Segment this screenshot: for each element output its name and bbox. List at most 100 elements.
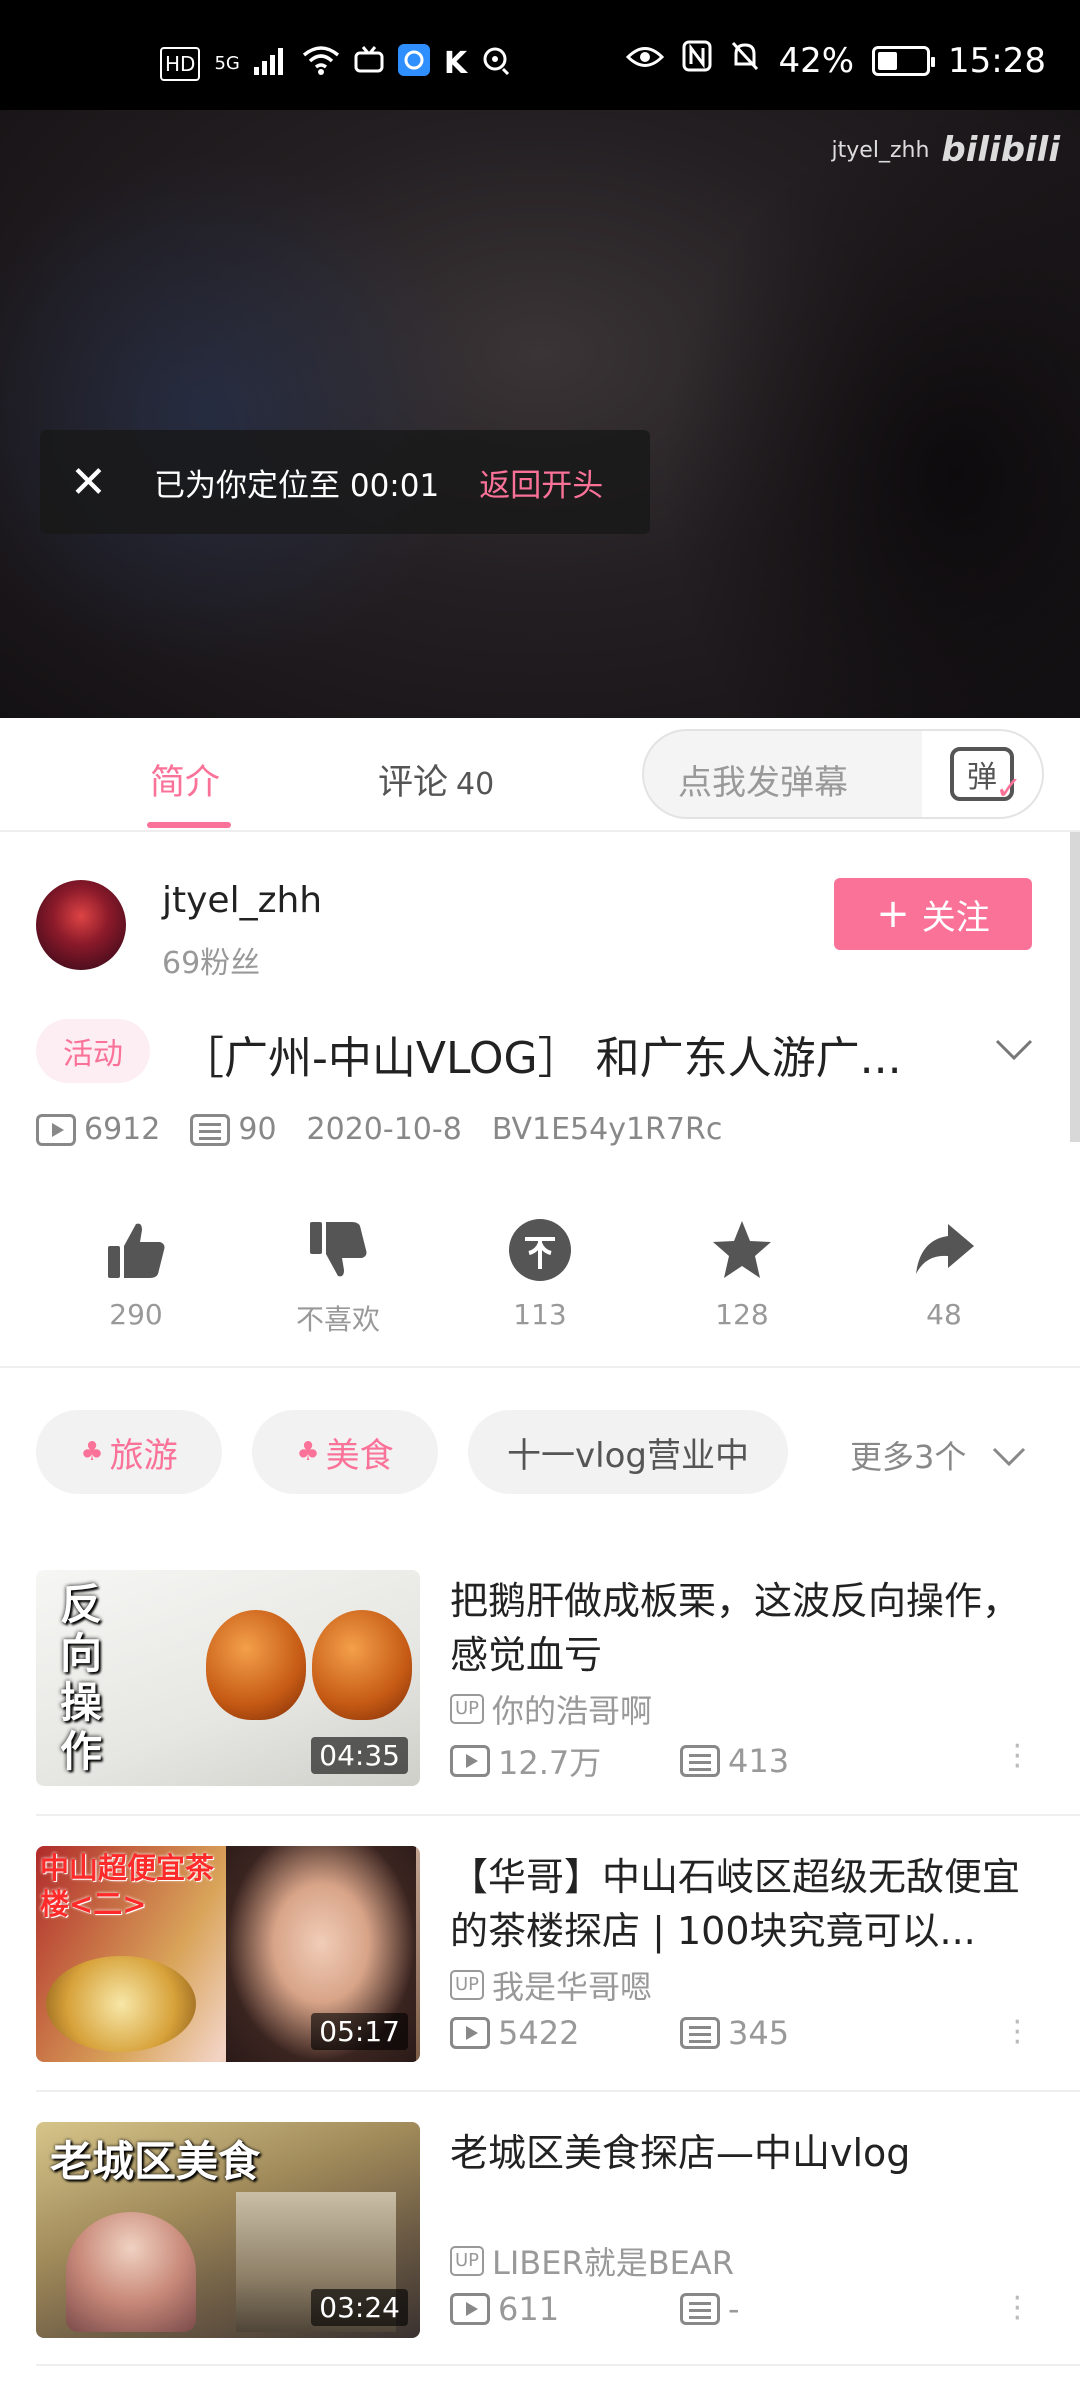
5g-icon: 5G — [214, 52, 240, 74]
clock: 15:28 — [948, 40, 1046, 81]
tag-label: 旅游 — [109, 1435, 178, 1476]
video-player[interactable]: jtyel_zhh bilibili ✕ 已为你定位至 00:01 返回开头 — [0, 110, 1080, 718]
coin-icon — [470, 1210, 610, 1290]
share-button[interactable]: 48 — [874, 1210, 1014, 1331]
back-to-start-link[interactable]: 返回开头 — [479, 460, 603, 505]
related-video[interactable]: 反向操作 04:35 把鹅肝做成板栗，这波反向操作，感觉血亏 UP 你的浩哥啊 1… — [36, 1570, 1046, 1786]
divider — [36, 1814, 1080, 1816]
related-uploader-name: LIBER就是BEAR — [492, 2244, 735, 2282]
danmaku-count-icon — [680, 1745, 720, 1777]
follow-button[interactable]: + 关注 — [834, 878, 1032, 950]
coin-button[interactable]: 113 — [470, 1210, 610, 1331]
related-video-title: 把鹅肝做成板栗，这波反向操作，感觉血亏 — [450, 1579, 1021, 1677]
dislike-label: 不喜欢 — [295, 1303, 380, 1336]
hd-icon: HD — [160, 46, 201, 81]
danmaku-count-icon — [680, 2017, 720, 2049]
play-count-icon — [36, 1113, 76, 1146]
related-danmaku: 345 — [680, 2014, 910, 2052]
people-image — [66, 2212, 196, 2332]
coin-count: 113 — [513, 1298, 567, 1331]
danmaku-count: 90 — [190, 1112, 277, 1147]
related-uploader: UP 你的浩哥啊 — [450, 1686, 652, 1732]
thumbs-down-icon — [268, 1210, 408, 1290]
danmaku-placeholder: 点我发弹幕 — [678, 763, 848, 803]
video-thumbnail[interactable]: 反向操作 04:35 — [36, 1570, 420, 1786]
tag-food[interactable]: ♣ 美食 — [252, 1410, 438, 1494]
follow-label: 关注 — [921, 897, 990, 938]
dislike-button[interactable]: 不喜欢 — [268, 1210, 408, 1338]
uploader-name[interactable]: jtyel_zhh — [162, 880, 322, 921]
tab-intro-label: 简介 — [150, 763, 221, 803]
check-icon: ✓ — [995, 769, 1022, 807]
tab-active-indicator — [147, 822, 231, 828]
share-count: 48 — [926, 1298, 962, 1331]
app-icon — [397, 44, 430, 83]
video-title[interactable]: ［广州-中山VLOG］ 和广东人游广... — [180, 1022, 902, 1086]
scrollbar[interactable] — [1070, 832, 1080, 1142]
tab-comments[interactable]: 评论 40 — [378, 754, 494, 805]
tag-vlog[interactable]: 十一vlog营业中 — [468, 1410, 788, 1494]
divider — [0, 1366, 1080, 1368]
danmaku-toggle-button[interactable]: 弹 ✓ — [922, 731, 1042, 817]
related-video-title: 【华哥】中山石岐区超级无敌便宜的茶楼探店 | 100块究竟可以... — [450, 1855, 1021, 1953]
thumbnail-caption: 中山超便宜茶楼<二> — [40, 1851, 215, 1921]
video-stats: 6912 90 2020-10-8 BV1E54y1R7Rc — [36, 1112, 752, 1147]
status-icons-left: HD 5G K — [160, 44, 511, 83]
plus-icon: + — [876, 891, 910, 937]
danmaku-glyph: 弹 — [967, 760, 997, 795]
tab-comments-label: 评论 — [378, 763, 449, 803]
status-bar: HD 5G K 42% 15:28 — [0, 0, 1080, 110]
tag-category-icon: ♣ — [296, 1437, 320, 1467]
dimsum-image — [46, 1956, 196, 2052]
danmaku-count-icon — [190, 1113, 231, 1146]
related-views-value: 5422 — [498, 2014, 580, 2052]
bilibili-logo: bilibili — [941, 130, 1060, 170]
related-video[interactable]: 中山超便宜茶楼<二> 05:17 【华哥】中山石岐区超级无敌便宜的茶楼探店 | … — [36, 1846, 1046, 2062]
hotspot-icon — [481, 45, 511, 82]
battery-fill — [878, 51, 898, 70]
play-count-icon — [450, 2017, 490, 2049]
signal-icon — [253, 45, 288, 82]
mute-icon — [730, 40, 760, 81]
video-thumbnail[interactable]: 中山超便宜茶楼<二> 05:17 — [36, 1846, 420, 2062]
event-badge[interactable]: 活动 — [36, 1019, 150, 1083]
related-danmaku: - — [680, 2290, 910, 2328]
close-icon[interactable]: ✕ — [70, 457, 126, 508]
more-options-icon[interactable]: · · · — [1012, 1732, 1022, 1782]
play-count-icon — [450, 2293, 490, 2325]
danmaku-count-icon — [680, 2293, 720, 2325]
view-count-value: 6912 — [84, 1112, 161, 1147]
publish-date: 2020-10-8 — [306, 1112, 462, 1147]
thumbnail-caption: 反向操作 — [60, 1580, 103, 1776]
more-options-icon[interactable]: · · · — [1012, 2008, 1022, 2058]
share-icon — [874, 1210, 1014, 1290]
more-options-icon[interactable]: · · · — [1012, 2284, 1022, 2334]
related-danmaku-value: 413 — [728, 1742, 790, 1780]
more-tags-button[interactable]: 更多3个 — [850, 1432, 1027, 1478]
thumbnail-caption: 老城区美食 — [50, 2137, 261, 2186]
play-count-icon — [450, 1745, 490, 1777]
related-danmaku: 413 — [680, 1742, 910, 1780]
chestnut-image — [312, 1610, 412, 1720]
chevron-down-icon — [992, 1447, 1025, 1467]
favorite-button[interactable]: 128 — [672, 1210, 812, 1331]
related-stats: 5422 345 — [450, 2014, 910, 2052]
wifi-icon — [302, 45, 340, 82]
video-duration: 04:35 — [311, 1737, 408, 1774]
up-icon: UP — [450, 1970, 485, 2000]
video-frame-right — [660, 110, 1080, 718]
like-button[interactable]: 290 — [66, 1210, 206, 1331]
danmaku-input[interactable]: 点我发弹幕 弹 ✓ — [642, 729, 1044, 819]
video-thumbnail[interactable]: 老城区美食 03:24 — [36, 2122, 420, 2338]
tab-intro[interactable]: 简介 — [150, 754, 220, 805]
tag-category-icon: ♣ — [80, 1437, 104, 1467]
related-uploader: UP 我是华哥嗯 — [450, 1962, 652, 2008]
divider — [36, 2364, 1080, 2366]
watermark-user: jtyel_zhh — [831, 137, 930, 163]
tag-travel[interactable]: ♣ 旅游 — [36, 1410, 222, 1494]
danmaku-icon: 弹 ✓ — [950, 747, 1022, 807]
related-video[interactable]: 老城区美食 03:24 老城区美食探店—中山vlog UP LIBER就是BEAR… — [36, 2122, 1046, 2338]
related-stats: 611 - — [450, 2290, 910, 2328]
avatar[interactable] — [36, 880, 126, 970]
chevron-down-icon[interactable] — [994, 1030, 1034, 1071]
